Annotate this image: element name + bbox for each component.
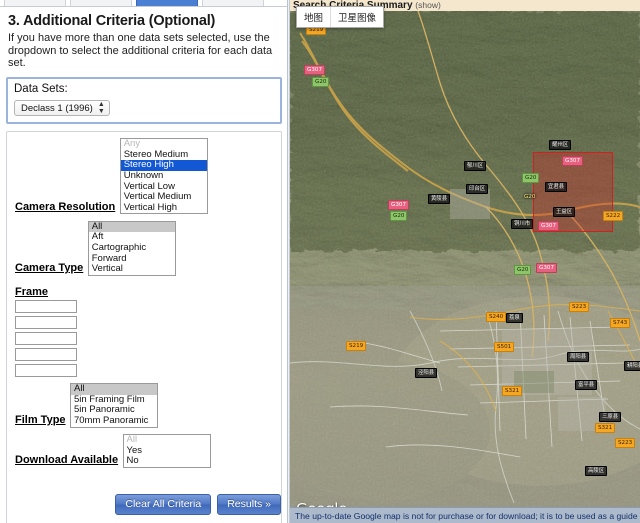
camera-resolution-label: Camera Resolution [15, 200, 116, 213]
list-item[interactable]: No [124, 456, 210, 467]
map-road-shield: G20 [390, 211, 408, 221]
map-road-shield: G307 [304, 65, 326, 75]
camera-type-label: Camera Type [15, 262, 84, 275]
action-button-row: Clear All Criteria Results » [115, 494, 281, 515]
map-disclaimer: The up-to-date Google map is not for pur… [290, 507, 640, 523]
data-sets-selected-value: Declass 1 (1996) [21, 102, 93, 114]
map-place-label: 黄陵县 [428, 194, 451, 204]
map-road-shield: G20 [524, 193, 536, 200]
application-root: 3. Additional Criteria (Optional) If you… [0, 0, 640, 523]
map-road-shield: G307 [538, 221, 560, 231]
map-place-label: 印台区 [466, 184, 489, 194]
satellite-imagery [290, 11, 640, 507]
results-button[interactable]: Results » [217, 494, 281, 515]
step-description: If you have more than one data sets sele… [8, 32, 273, 70]
step-tabstrip [0, 0, 287, 7]
frame-input-1[interactable] [15, 300, 77, 314]
film-type-label: Film Type [15, 414, 66, 426]
tab-step-4[interactable] [202, 0, 264, 6]
page-title: 3. Additional Criteria (Optional) [8, 13, 216, 29]
list-item[interactable]: All [124, 434, 210, 446]
map-place-label: 荔泉 [506, 313, 523, 323]
map-road-shield: G20 [312, 77, 330, 87]
map-type-button-satellite[interactable]: 卫星图像 [330, 7, 383, 27]
tab-step-1[interactable] [4, 0, 66, 6]
frame-input-group [15, 300, 273, 378]
camera-type-listbox[interactable]: All Aft Cartographic Forward Vertical [87, 220, 176, 276]
frame-input-4[interactable] [15, 348, 77, 362]
clear-all-criteria-button[interactable]: Clear All Criteria [115, 494, 212, 515]
map-place-label: 宜君县 [545, 182, 568, 192]
map-road-shield: S240 [486, 312, 507, 322]
data-sets-box: Data Sets: Declass 1 (1996) ▲ ▼ [6, 76, 282, 125]
tab-step-2[interactable] [70, 0, 132, 6]
map-road-shield: S321 [502, 386, 523, 396]
map-place-label: 富平县 [575, 380, 598, 390]
list-item[interactable]: Vertical High [121, 202, 207, 214]
field-film-type: Film Type All 5in Framing Film 5in Panor… [15, 383, 273, 428]
map-road-shield: S321 [595, 423, 616, 433]
map-pane: Search Criteria Summary (show) [290, 0, 640, 523]
map-place-label: 耕阳县 [624, 361, 640, 371]
list-item[interactable]: Vertical [89, 264, 175, 275]
field-frame: Frame [15, 282, 273, 378]
data-sets-label: Data Sets: [14, 82, 68, 95]
map-place-label: 王益区 [553, 207, 576, 217]
map-place-label: 郁川区 [464, 161, 487, 171]
summary-toggle-link[interactable]: (show) [415, 0, 441, 10]
map-canvas[interactable] [290, 11, 640, 507]
criteria-panel: 3. Additional Criteria (Optional) If you… [0, 0, 288, 523]
map-place-label: 铜川市 [511, 219, 534, 229]
map-place-label: 泾阳县 [415, 368, 438, 378]
additional-criteria-box: Camera Resolution Any Stereo Medium Ster… [6, 131, 282, 523]
map-road-shield: S743 [610, 318, 631, 328]
frame-input-5[interactable] [15, 364, 77, 378]
map-type-control: 地图 卫星图像 [296, 6, 385, 28]
stepper-arrows-icon: ▲ ▼ [97, 101, 105, 116]
frame-input-3[interactable] [15, 332, 77, 346]
map-place-label: 周阳县 [567, 352, 590, 362]
map-type-button-map[interactable]: 地图 [297, 7, 330, 27]
map-road-shield: G20 [522, 173, 540, 183]
map-road-shield: G307 [562, 156, 584, 166]
download-available-listbox[interactable]: All Yes No [122, 434, 211, 468]
film-type-listbox[interactable]: All 5in Framing Film 5in Panoramic 70mm … [69, 383, 158, 428]
map-road-shield: S501 [494, 342, 515, 352]
data-sets-select[interactable]: Declass 1 (1996) ▲ ▼ [14, 100, 110, 117]
map-road-shield: S223 [615, 438, 636, 448]
field-download-available: Download Available All Yes No [15, 434, 273, 468]
map-place-label: 高陵区 [585, 466, 608, 476]
tab-step-3-selected[interactable] [136, 0, 198, 6]
map-road-shield: S222 [603, 211, 624, 221]
map-place-label: 三原县 [599, 412, 622, 422]
list-item[interactable]: 70mm Panoramic [71, 415, 157, 427]
map-road-shield: S223 [569, 302, 590, 312]
download-available-label: Download Available [15, 454, 119, 467]
field-camera-resolution: Camera Resolution Any Stereo Medium Ster… [15, 138, 273, 215]
field-camera-type: Camera Type All Aft Cartographic Forward… [15, 220, 273, 276]
camera-resolution-listbox[interactable]: Any Stereo Medium Stereo High Unknown Ve… [119, 138, 208, 215]
map-road-shield: G307 [388, 200, 410, 210]
frame-label: Frame [15, 286, 49, 299]
frame-input-2[interactable] [15, 316, 77, 330]
map-road-shield: G20 [514, 265, 532, 275]
map-place-label: 耀州区 [549, 140, 572, 150]
map-road-shield: S219 [346, 341, 367, 351]
map-road-shield: G307 [536, 263, 558, 273]
